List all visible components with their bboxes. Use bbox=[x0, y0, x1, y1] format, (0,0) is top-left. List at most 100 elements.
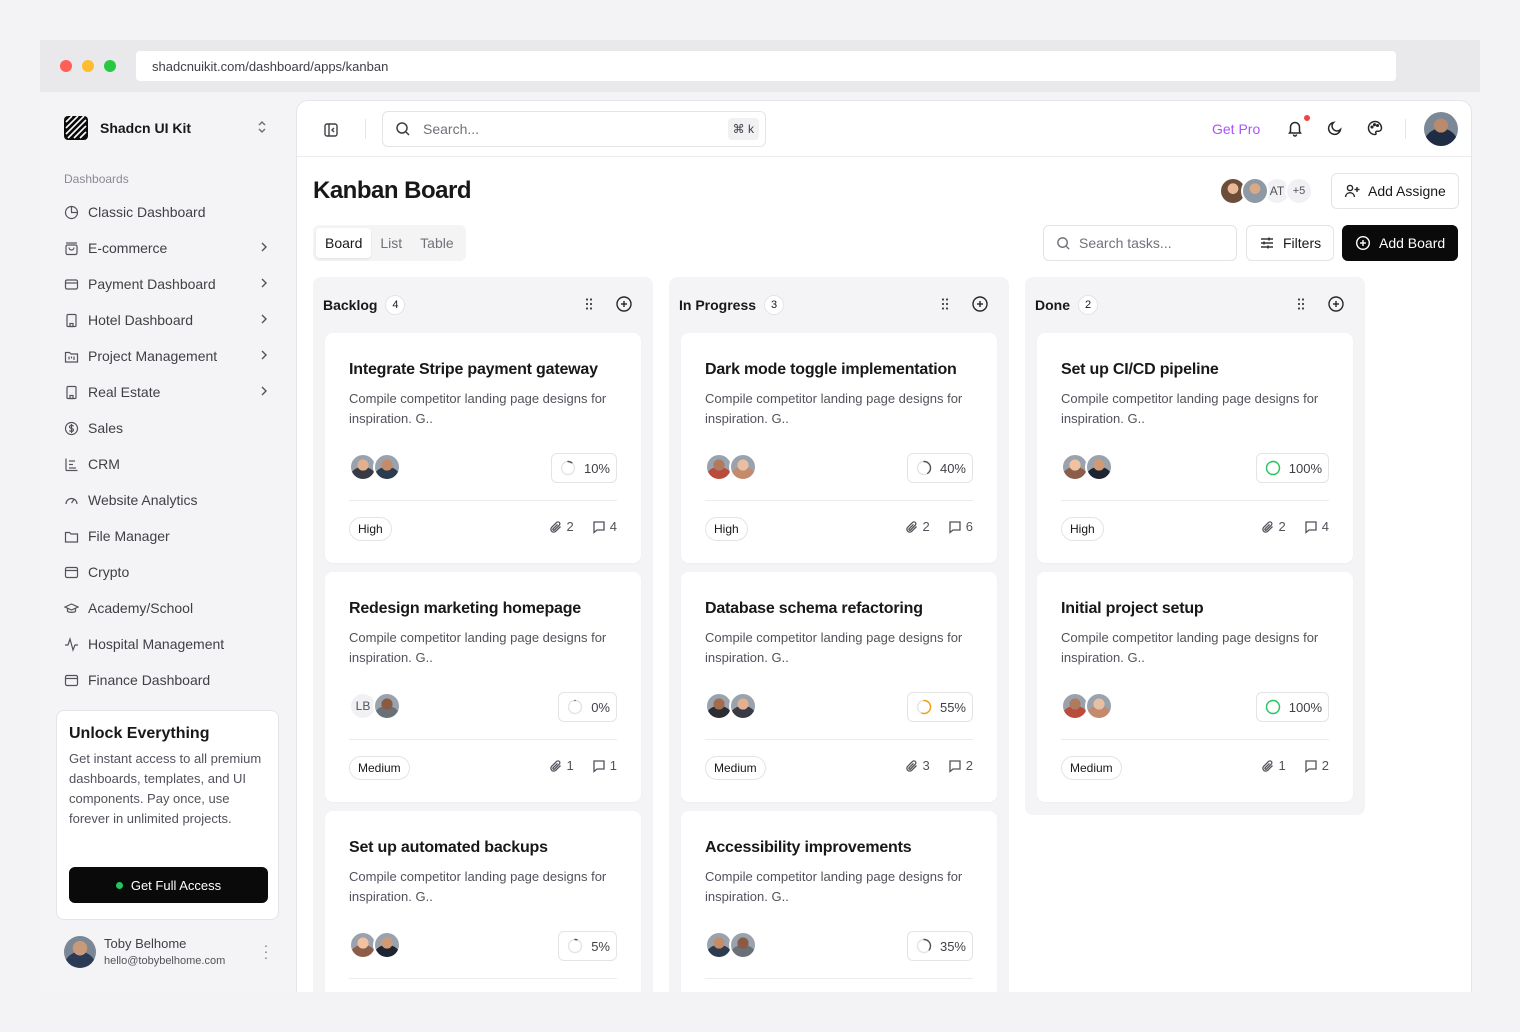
sidebar-item-real-estate[interactable]: Real Estate bbox=[64, 374, 274, 410]
sidebar-item-academy-school[interactable]: Academy/School bbox=[64, 590, 274, 626]
task-card[interactable]: Redesign marketing homepage Compile comp… bbox=[325, 572, 641, 802]
grip-vertical-icon[interactable] bbox=[1293, 296, 1309, 312]
divider bbox=[1405, 119, 1406, 139]
plus-circle-icon[interactable] bbox=[1327, 295, 1345, 313]
column-count-badge: 2 bbox=[1078, 295, 1098, 315]
grip-vertical-icon[interactable] bbox=[937, 296, 953, 312]
tab-list[interactable]: List bbox=[371, 228, 411, 258]
sliders-icon bbox=[1261, 237, 1273, 249]
grip-vertical-icon[interactable] bbox=[581, 296, 597, 312]
priority-badge: Medium bbox=[349, 756, 410, 780]
progress-ring-icon bbox=[916, 460, 932, 476]
account-avatar[interactable] bbox=[1424, 112, 1458, 146]
column-header: Done 2 bbox=[1035, 295, 1098, 315]
sidebar-item-payment-dashboard[interactable]: Payment Dashboard bbox=[64, 266, 274, 302]
comment-count: 2 bbox=[965, 758, 973, 773]
task-card[interactable]: Dark mode toggle implementation Compile … bbox=[681, 333, 997, 563]
filters-button[interactable]: Filters bbox=[1246, 225, 1335, 261]
user-profile[interactable]: Toby Belhome hello@tobybelhome.com · · · bbox=[64, 934, 274, 974]
card-description: Compile competitor landing page designs … bbox=[1061, 630, 1319, 665]
card-assignees[interactable] bbox=[705, 453, 757, 481]
chevron-right-icon bbox=[261, 350, 267, 360]
get-full-access-button[interactable]: Get Full Access bbox=[69, 867, 268, 903]
progress-value: 100% bbox=[1288, 699, 1322, 715]
column-count-badge: 4 bbox=[385, 295, 406, 315]
palette-icon[interactable] bbox=[1366, 119, 1386, 139]
paperclip-icon bbox=[905, 759, 917, 772]
card-description: Compile competitor landing page designs … bbox=[705, 391, 963, 426]
sidebar-item-hospital-management[interactable]: Hospital Management bbox=[64, 626, 274, 662]
task-card[interactable]: Integrate Stripe payment gateway Compile… bbox=[325, 333, 641, 563]
sidebar-item-classic-dashboard[interactable]: Classic Dashboard bbox=[64, 194, 274, 230]
address-bar[interactable]: shadcnuikit.com/dashboard/apps/kanban bbox=[136, 51, 1396, 81]
sidebar-item-file-manager[interactable]: File Manager bbox=[64, 518, 274, 554]
sidebar-item-label: Hospital Management bbox=[88, 636, 225, 652]
bell-icon[interactable] bbox=[1286, 119, 1306, 139]
sidebar-toggle-icon[interactable] bbox=[323, 122, 339, 143]
gauge-icon bbox=[65, 497, 78, 504]
task-card[interactable]: Set up CI/CD pipeline Compile competitor… bbox=[1037, 333, 1353, 563]
sidebar-item-finance-dashboard[interactable]: Finance Dashboard bbox=[64, 662, 274, 698]
maximize-window-button[interactable] bbox=[104, 60, 116, 72]
sidebar-item-crm[interactable]: CRM bbox=[64, 446, 274, 482]
top-bar: Search... ⌘ k Get Pro bbox=[297, 101, 1471, 157]
credit-card-icon bbox=[64, 278, 79, 290]
sidebar-item-website-analytics[interactable]: Website Analytics bbox=[64, 482, 274, 518]
kanban-column-in-progress: In Progress 3 Dark mode toggle implement… bbox=[669, 277, 1009, 992]
card-assignees[interactable] bbox=[705, 692, 757, 720]
tab-board[interactable]: Board bbox=[316, 228, 372, 258]
tab-table[interactable]: Table bbox=[411, 228, 462, 258]
assignee-group[interactable]: AT +5 bbox=[1219, 177, 1313, 205]
add-board-button[interactable]: Add Board bbox=[1342, 225, 1459, 261]
get-pro-link[interactable]: Get Pro bbox=[1212, 121, 1260, 137]
chevrons-up-down-icon[interactable] bbox=[256, 119, 268, 136]
sidebar-item-project-management[interactable]: Project Management bbox=[64, 338, 274, 374]
sidebar-item-e-commerce[interactable]: E-commerce bbox=[64, 230, 274, 266]
task-search-input[interactable]: Search tasks... bbox=[1043, 225, 1237, 261]
plus-circle-icon[interactable] bbox=[615, 295, 633, 313]
card-title: Accessibility improvements bbox=[705, 839, 912, 856]
card-meta: 2 6 bbox=[905, 519, 973, 534]
card-assignees[interactable] bbox=[349, 931, 401, 959]
task-card[interactable]: Accessibility improvements Compile compe… bbox=[681, 811, 997, 992]
task-card[interactable]: Database schema refactoring Compile comp… bbox=[681, 572, 997, 802]
sidebar-item-label: E-commerce bbox=[88, 240, 168, 256]
browser-window: shadcnuikit.com/dashboard/apps/kanban Sh… bbox=[40, 40, 1480, 992]
task-card[interactable]: Set up automated backups Compile competi… bbox=[325, 811, 641, 992]
close-window-button[interactable] bbox=[60, 60, 72, 72]
paperclip-icon bbox=[905, 520, 917, 533]
avatar bbox=[373, 692, 401, 720]
card-assignees[interactable] bbox=[705, 931, 757, 959]
status-dot-icon bbox=[115, 881, 123, 889]
card-meta: 1 2 bbox=[1261, 758, 1329, 773]
activity-icon bbox=[65, 636, 78, 652]
sidebar-item-label: Website Analytics bbox=[88, 492, 198, 508]
global-search-input[interactable]: Search... ⌘ k bbox=[382, 111, 766, 147]
sidebar-item-sales[interactable]: Sales bbox=[64, 410, 274, 446]
avatar bbox=[1085, 692, 1113, 720]
progress-indicator: 100% bbox=[1255, 453, 1329, 483]
add-assignee-button[interactable]: Add Assigne bbox=[1331, 173, 1459, 209]
attachment-count: 1 bbox=[1278, 758, 1286, 773]
message-square-icon bbox=[949, 520, 961, 534]
minimize-window-button[interactable] bbox=[82, 60, 94, 72]
moon-icon[interactable] bbox=[1326, 119, 1346, 139]
avatar bbox=[1085, 453, 1113, 481]
card-assignees[interactable] bbox=[1061, 453, 1113, 481]
more-vertical-icon[interactable]: · · · bbox=[258, 938, 274, 964]
sidebar-item-crypto[interactable]: Crypto bbox=[64, 554, 274, 590]
sidebar-item-hotel-dashboard[interactable]: Hotel Dashboard bbox=[64, 302, 274, 338]
card-description: Compile competitor landing page designs … bbox=[705, 630, 963, 665]
brand[interactable]: Shadcn UI Kit bbox=[64, 116, 191, 140]
page-title: Kanban Board bbox=[313, 177, 472, 204]
card-assignees[interactable] bbox=[349, 453, 401, 481]
filters-label: Filters bbox=[1283, 235, 1322, 251]
task-card[interactable]: Initial project setup Compile competitor… bbox=[1037, 572, 1353, 802]
card-assignees[interactable] bbox=[1061, 692, 1113, 720]
section-label: Dashboards bbox=[64, 172, 129, 186]
card-assignees[interactable]: LB bbox=[349, 692, 401, 720]
plus-circle-icon[interactable] bbox=[971, 295, 989, 313]
pie-chart-icon bbox=[64, 205, 79, 219]
attachment-count: 2 bbox=[1278, 519, 1286, 534]
paperclip-icon bbox=[549, 520, 561, 533]
